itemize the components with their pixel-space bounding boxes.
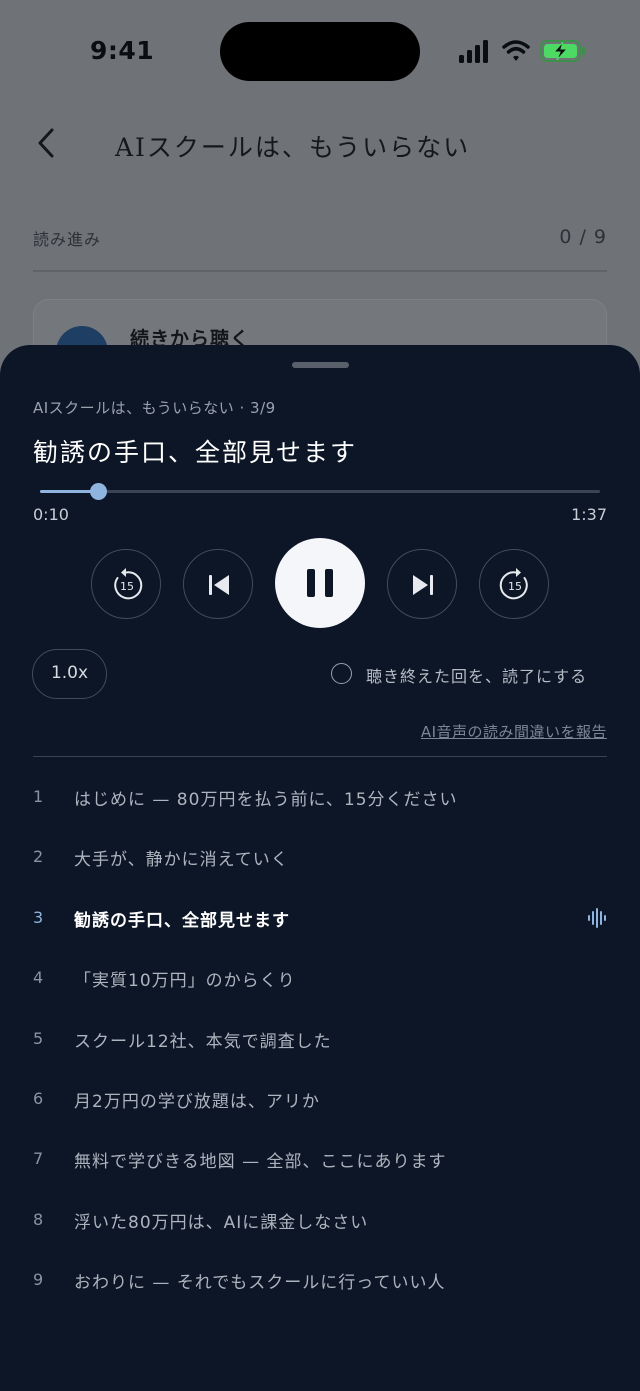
chapter-number: 3: [33, 907, 44, 927]
status-time: 9:41: [90, 36, 155, 65]
rewind-15-button[interactable]: 15: [91, 549, 161, 619]
previous-chapter-button[interactable]: [183, 549, 253, 619]
next-chapter-button[interactable]: [387, 549, 457, 619]
chapter-item[interactable]: 8 浮いた80万円は、AIに課金しなさい: [0, 1190, 640, 1250]
chapter-title: スクール12社、本気で調査した: [74, 1031, 332, 1052]
chapter-number: 6: [33, 1089, 44, 1108]
back-button[interactable]: [30, 124, 66, 164]
audio-player-sheet: AIスクールは、もういらない · 3/9 勧誘の手口、全部見せます 0:10 1…: [0, 345, 640, 1391]
chapter-number: 2: [33, 847, 44, 867]
chapter-item[interactable]: 2 大手が、静かに消えていく: [0, 827, 640, 887]
mark-finished-toggle[interactable]: 聴き終えた回を、読了にする: [331, 661, 611, 687]
chapter-item[interactable]: 1 はじめに — 80万円を払う前に、15分ください: [0, 767, 640, 827]
total-duration: 1:37: [571, 505, 607, 524]
pause-icon: [307, 569, 333, 597]
svg-text:15: 15: [120, 580, 134, 593]
dynamic-island: [220, 22, 420, 81]
page-title: AIスクールは、もういらない: [115, 133, 471, 162]
pause-button[interactable]: [275, 538, 365, 628]
forward-15-icon: 15: [499, 568, 528, 600]
current-time: 0:10: [33, 505, 69, 524]
chapter-item[interactable]: 5 スクール12社、本気で調査した: [0, 1009, 640, 1069]
playback-controls: 15 15: [0, 538, 640, 630]
divider: [33, 270, 607, 272]
reading-progress-label: 読み進み: [33, 230, 102, 249]
chapter-title: 「実質10万円」のからくり: [74, 971, 296, 992]
chapter-title: 浮いた80万円は、AIに課金しなさい: [74, 1212, 369, 1233]
chapter-item[interactable]: 6 月2万円の学び放題は、アリか: [0, 1069, 640, 1129]
cellular-signal-icon: [459, 40, 488, 63]
chapter-number: 7: [33, 1149, 44, 1169]
chapter-title: 勧誘の手口、全部見せます: [74, 910, 290, 931]
forward-15-button[interactable]: 15: [479, 549, 549, 619]
divider: [33, 756, 607, 757]
page-header: AIスクールは、もういらない: [0, 110, 640, 180]
chapter-item[interactable]: 4 「実質10万円」のからくり: [0, 948, 640, 1008]
wifi-icon: [502, 40, 530, 61]
status-icons: [458, 38, 588, 66]
report-misreading-link[interactable]: AI音声の読み間違いを報告: [421, 721, 607, 742]
battery-charging-icon: [540, 40, 585, 62]
skip-next-icon: [413, 575, 433, 595]
mark-finished-label: 聴き終えた回を、読了にする: [366, 667, 588, 686]
audio-wave-icon: [588, 907, 606, 928]
svg-text:15: 15: [508, 580, 522, 593]
seek-bar-thumb[interactable]: [89, 483, 107, 500]
seek-bar[interactable]: [40, 483, 600, 500]
chapter-title: 大手が、静かに消えていく: [74, 850, 289, 871]
status-bar: 9:41: [0, 0, 640, 100]
chapter-title: 月2万円の学び放題は、アリか: [74, 1092, 320, 1112]
reading-progress-count: 0 / 9: [559, 226, 607, 248]
chapter-number: 8: [33, 1209, 44, 1229]
chapter-title: はじめに — 80万円を払う前に、15分ください: [74, 790, 458, 810]
rewind-15-icon: 15: [114, 568, 143, 600]
chapter-number: 4: [33, 968, 44, 988]
chapter-number: 5: [33, 1028, 44, 1048]
chapter-title: 無料で学びきる地図 — 全部、ここにあります: [74, 1152, 447, 1173]
chapter-number: 9: [33, 1270, 44, 1290]
chapter-item[interactable]: 7 無料で学びきる地図 — 全部、ここにあります: [0, 1129, 640, 1189]
chapter-item[interactable]: 9 おわりに — それでもスクールに行っていい人: [0, 1250, 640, 1310]
chapter-title: おわりに — それでもスクールに行っていい人: [74, 1273, 446, 1294]
radio-icon[interactable]: [331, 663, 352, 684]
playback-speed-button[interactable]: 1.0x: [32, 649, 107, 699]
now-playing-meta: AIスクールは、もういらない · 3/9: [33, 399, 276, 417]
chapter-item[interactable]: 3 勧誘の手口、全部見せます: [0, 888, 640, 948]
skip-previous-icon: [209, 575, 229, 595]
sheet-grabber[interactable]: [292, 362, 349, 368]
now-playing-title: 勧誘の手口、全部見せます: [33, 438, 358, 467]
chapter-number: 1: [33, 787, 44, 806]
